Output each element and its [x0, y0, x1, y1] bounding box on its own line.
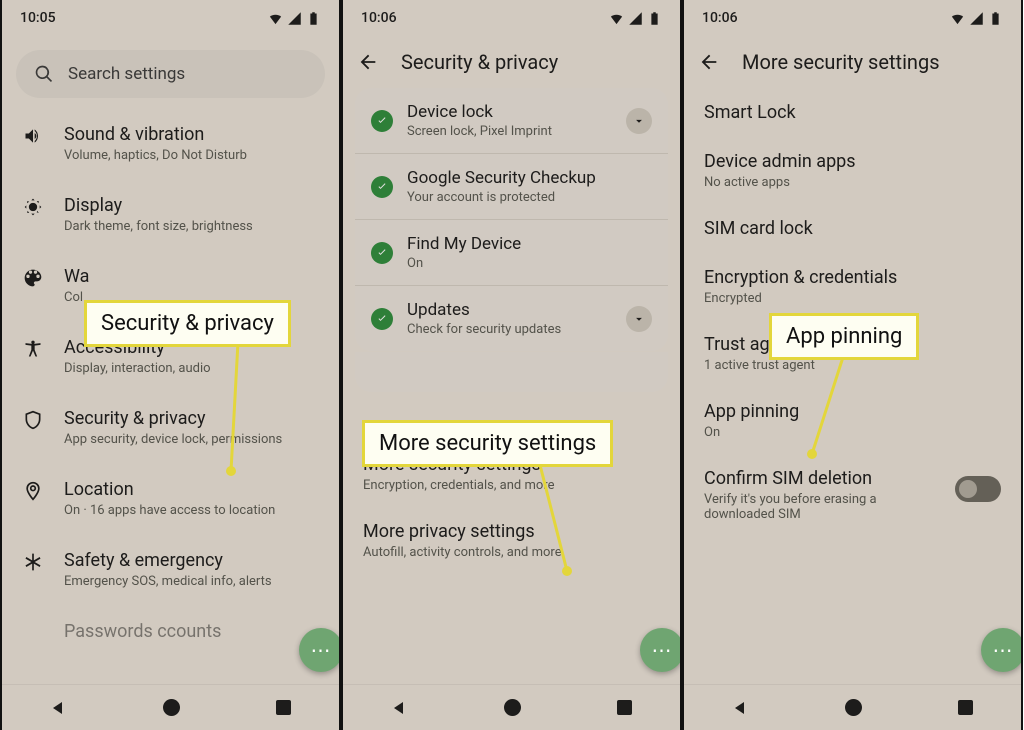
- callout-security-privacy: Security & privacy: [84, 300, 291, 347]
- callout-line: [2, 0, 341, 730]
- phone-screen-security-privacy: 10:06 Security & privacy Device lockScre…: [341, 0, 682, 730]
- callout-point: [562, 566, 572, 576]
- callout-point: [226, 466, 236, 476]
- callout-line: [343, 0, 682, 730]
- callout-app-pinning: App pinning: [769, 313, 919, 360]
- callout-line: [684, 0, 1023, 730]
- phone-screen-settings: 10:05 Search settings Sound & vibrationV…: [0, 0, 341, 730]
- callout-more-security: More security settings: [362, 420, 613, 467]
- callout-point: [807, 449, 817, 459]
- phone-screen-more-security: 10:06 More security settings Smart Lock …: [682, 0, 1023, 730]
